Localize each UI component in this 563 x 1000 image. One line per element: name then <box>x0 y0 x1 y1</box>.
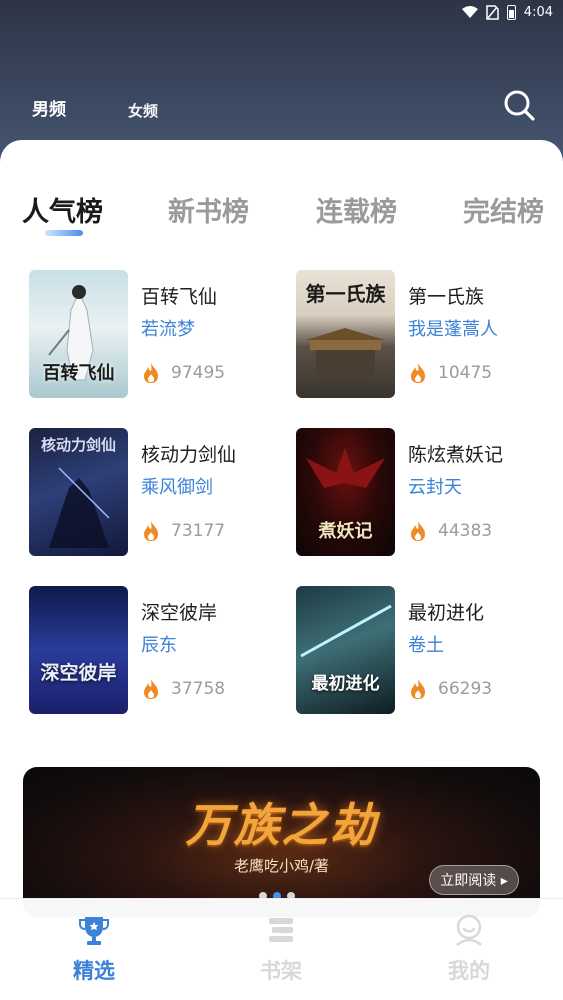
book-cover[interactable]: 核动力剑仙 <box>29 428 128 556</box>
book-item[interactable]: 百转飞仙 百转飞仙 若流梦 97495 <box>29 270 279 398</box>
book-item[interactable]: 煮妖记 陈炫煮妖记 云封天 44383 <box>296 428 546 556</box>
nav-label: 精选 <box>73 958 115 983</box>
book-item[interactable]: 最初进化 最初进化 卷土 66293 <box>296 586 546 714</box>
channel-tab-female[interactable]: 女频 <box>128 100 158 121</box>
flame-icon <box>411 521 425 541</box>
read-now-button[interactable]: 立即阅读 ▸ <box>429 865 519 895</box>
bottom-nav: 精选 书架 我的 <box>0 898 563 1000</box>
book-item[interactable]: 深空彼岸 深空彼岸 辰东 37758 <box>29 586 279 714</box>
heat-count: 66293 <box>438 679 493 699</box>
no-sim-icon <box>486 4 499 20</box>
cover-palace-icon <box>306 328 385 380</box>
tab-completed[interactable]: 完结榜 <box>463 190 544 229</box>
book-title: 最初进化 <box>408 602 485 624</box>
nav-bookshelf[interactable]: 书架 <box>241 913 321 985</box>
book-heat: 66293 <box>408 678 492 700</box>
nav-label: 书架 <box>260 958 302 983</box>
flame-icon <box>411 363 425 383</box>
book-cover[interactable]: 最初进化 <box>296 586 395 714</box>
status-time: 4:04 <box>523 4 553 20</box>
book-cover[interactable]: 第一氏族 <box>296 270 395 398</box>
search-icon[interactable] <box>502 88 536 122</box>
nav-featured[interactable]: 精选 <box>54 913 134 985</box>
book-title: 第一氏族 <box>408 286 485 308</box>
heat-count: 10475 <box>438 363 493 383</box>
book-heat: 37758 <box>141 678 225 700</box>
book-title: 陈炫煮妖记 <box>408 444 504 466</box>
book-author[interactable]: 乘风御剑 <box>141 473 213 499</box>
cover-title: 深空彼岸 <box>40 662 117 685</box>
book-heat: 44383 <box>408 520 492 542</box>
wifi-icon <box>461 6 478 18</box>
book-cover[interactable]: 深空彼岸 <box>29 586 128 714</box>
flame-icon <box>144 679 158 699</box>
tab-indicator <box>45 230 83 236</box>
bookshelf-icon <box>269 918 293 942</box>
rank-tabs: 人气榜 新书榜 连载榜 完结榜 <box>0 190 563 230</box>
nav-label: 我的 <box>448 958 490 983</box>
tab-serializing[interactable]: 连载榜 <box>316 190 397 229</box>
profile-icon <box>456 914 482 946</box>
book-title: 百转飞仙 <box>141 286 218 308</box>
book-author[interactable]: 我是蓬蒿人 <box>408 315 498 341</box>
banner-title: 万族之劫 <box>185 798 378 852</box>
book-heat: 73177 <box>141 520 225 542</box>
book-heat: 97495 <box>141 362 225 384</box>
tab-new-books[interactable]: 新书榜 <box>168 190 249 229</box>
heat-count: 97495 <box>171 363 226 383</box>
battery-icon <box>506 4 516 20</box>
flame-icon <box>144 363 158 383</box>
tab-popular[interactable]: 人气榜 <box>22 190 103 229</box>
trophy-icon <box>79 917 109 945</box>
book-author[interactable]: 辰东 <box>141 631 177 657</box>
book-title: 核动力剑仙 <box>141 444 237 466</box>
cover-comet-icon <box>300 604 392 658</box>
status-bar: 4:04 <box>0 0 563 24</box>
book-item[interactable]: 第一氏族 第一氏族 我是蓬蒿人 10475 <box>296 270 546 398</box>
book-title: 深空彼岸 <box>141 602 218 624</box>
cover-title: 百转飞仙 <box>42 363 115 385</box>
cover-title: 最初进化 <box>311 674 380 695</box>
book-heat: 10475 <box>408 362 492 384</box>
cover-warrior-icon <box>49 467 110 548</box>
book-item[interactable]: 核动力剑仙 核动力剑仙 乘风御剑 73177 <box>29 428 279 556</box>
heat-count: 73177 <box>171 521 226 541</box>
heat-count: 37758 <box>171 679 226 699</box>
flame-icon <box>144 521 158 541</box>
heat-count: 44383 <box>438 521 493 541</box>
nav-profile[interactable]: 我的 <box>429 913 509 985</box>
book-author[interactable]: 若流梦 <box>141 315 195 341</box>
channel-tab-male[interactable]: 男频 <box>32 95 66 120</box>
book-cover[interactable]: 百转飞仙 <box>29 270 128 398</box>
flame-icon <box>411 679 425 699</box>
book-cover[interactable]: 煮妖记 <box>296 428 395 556</box>
channel-tabs: 男频 女频 <box>32 94 158 121</box>
book-author[interactable]: 云封天 <box>408 473 462 499</box>
cover-title: 煮妖记 <box>318 521 373 543</box>
book-author[interactable]: 卷土 <box>408 631 444 657</box>
